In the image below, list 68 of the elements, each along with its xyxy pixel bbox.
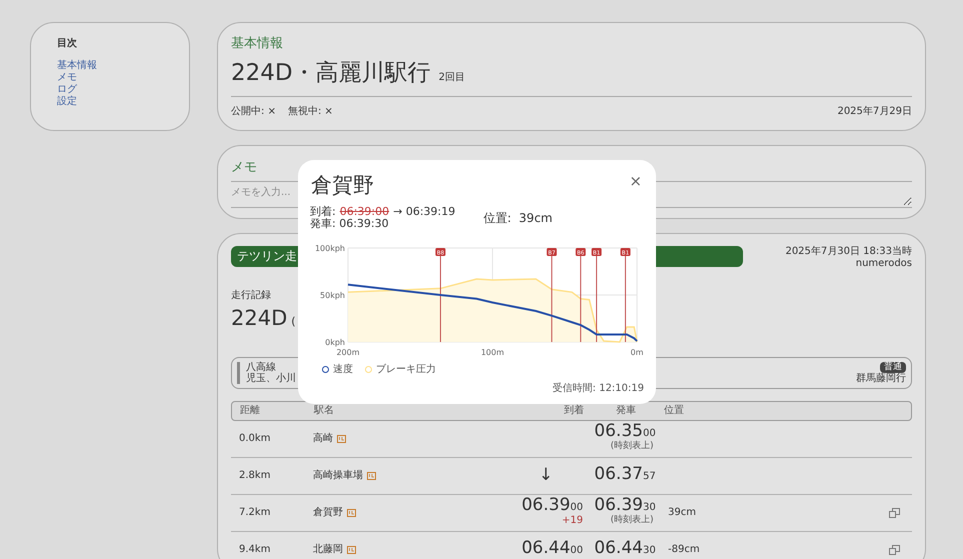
delay-text: +19	[560, 514, 583, 526]
legend-label: 速度	[333, 362, 353, 376]
planned-arrival: 06:39:00	[340, 206, 390, 218]
column-header: 発車	[615, 404, 637, 418]
departure-time: 06.4430	[593, 542, 657, 557]
column-header: 駅名	[314, 404, 335, 418]
departure-text: 発車: 06:39:30	[310, 218, 390, 230]
legend-marker-icon	[322, 366, 329, 372]
departure-time: 06.3757	[593, 468, 657, 483]
departure-time: 06.3500	[593, 424, 657, 440]
position-text: 位置: 39cm	[483, 212, 552, 224]
distance-cell-text: 7.2km	[239, 506, 272, 520]
station-mark-icon	[367, 472, 376, 480]
run-count: 2回目	[438, 70, 465, 84]
station-name: 北藤岡	[313, 542, 343, 557]
arrival-label: 到着:	[310, 206, 336, 218]
column-header: 位置	[664, 404, 685, 418]
open-detail-icon[interactable]	[889, 544, 900, 554]
destination-text: 群馬藤岡行	[856, 373, 906, 384]
station-mark-icon	[347, 508, 356, 516]
arrival-time: 06.4400	[520, 542, 583, 557]
station-mark-icon	[337, 434, 346, 442]
section-heading: 基本情報	[231, 35, 284, 53]
y-tick-label: 50kph	[320, 290, 345, 300]
open-detail-icon[interactable]	[889, 508, 900, 518]
timetable-note: (時刻表上)	[609, 514, 655, 526]
station-name: 倉賀野	[313, 506, 343, 520]
x-tick-label: 0m	[630, 348, 644, 356]
line-name: 八高線	[246, 362, 276, 372]
toc-link[interactable]: 設定	[57, 96, 163, 108]
record-title: 224D	[231, 305, 288, 332]
position-text: -89cm	[668, 543, 700, 557]
toc-link[interactable]: 基本情報	[57, 60, 163, 72]
date-text: 2025年7月29日	[837, 105, 912, 119]
x-tick-label: 200m	[336, 348, 360, 356]
line-via: 児玉、小川	[246, 372, 296, 384]
actual-arrival: → 06:39:19	[393, 206, 456, 218]
column-header: 距離	[240, 404, 261, 418]
train-type-badge: 普通	[880, 362, 906, 373]
legend-marker-icon	[365, 366, 372, 372]
station-name: 高崎	[313, 432, 333, 446]
flag-text: 無視中: ×	[288, 104, 333, 119]
distance-cell-text: 0.0km	[239, 432, 272, 446]
toc-link[interactable]: メモ	[57, 72, 163, 84]
x-tick-label: 100m	[480, 348, 504, 356]
legend-label: ブレーキ圧力	[376, 362, 436, 376]
arrival-time: ↓	[538, 469, 554, 482]
station-mark-icon	[347, 546, 356, 554]
record-label: 走行記録	[231, 288, 271, 303]
received-time: 受信時間: 12:10:19	[552, 382, 644, 396]
departure-time: 06.3930	[593, 498, 657, 514]
distance-cell-text: 9.4km	[239, 543, 272, 557]
y-tick-label: 100kph	[314, 244, 345, 252]
arrival-time: 06.3900	[520, 498, 583, 514]
timetable-note: (時刻表上)	[609, 440, 655, 452]
y-tick-label: 0kph	[325, 338, 345, 346]
position-text: 39cm	[668, 506, 696, 520]
flag-text: 公開中: ×	[231, 104, 276, 119]
train-title: 224D・高麗川駅行	[231, 58, 431, 88]
column-header: 到着	[563, 404, 585, 418]
toc-title: 目次	[57, 36, 78, 51]
record-note: (	[291, 314, 296, 330]
station-name: 高崎操車場	[313, 468, 363, 483]
toc-link[interactable]: ログ	[57, 84, 163, 96]
timestamp-text: 2025年7月30日 18:33当時	[785, 246, 912, 258]
user-name: numerodos	[854, 258, 912, 270]
distance-cell-text: 2.8km	[239, 469, 272, 483]
line-color-bar	[237, 362, 240, 384]
